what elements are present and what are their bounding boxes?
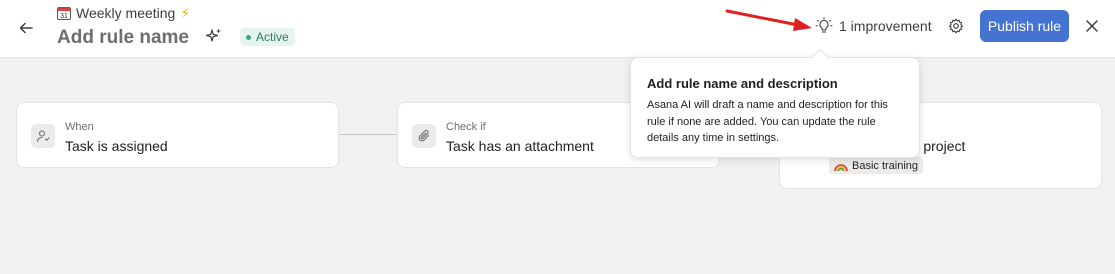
trigger-label: When: [65, 121, 94, 133]
trigger-value: Task is assigned: [65, 138, 168, 154]
rule-name-input[interactable]: Add rule name: [57, 27, 189, 49]
improvement-label: 1 improvement: [839, 18, 932, 34]
lightning-icon: ⚡: [180, 4, 191, 21]
project-breadcrumb[interactable]: 31 Weekly meeting ⚡: [57, 4, 190, 22]
close-button[interactable]: [1081, 15, 1103, 37]
calendar-day: 31: [60, 13, 68, 20]
improvement-button[interactable]: 1 improvement: [815, 13, 932, 39]
paperclip-icon: [412, 124, 436, 148]
back-button[interactable]: [12, 14, 40, 42]
flow-connector: [339, 134, 398, 135]
sparkle-icon: [205, 28, 221, 42]
tooltip-title: Add rule name and description: [647, 76, 838, 91]
arrow-left-icon: [19, 22, 33, 34]
improvement-tooltip: Add rule name and description Asana AI w…: [630, 48, 920, 158]
lightbulb-icon: [815, 17, 833, 33]
publish-rule-button[interactable]: Publish rule: [980, 10, 1069, 42]
project-name: Weekly meeting: [76, 5, 176, 21]
condition-value: Task has an attachment: [446, 138, 594, 154]
tooltip-body: Asana AI will draft a name and descripti…: [647, 99, 888, 144]
settings-button[interactable]: [945, 15, 967, 37]
calendar-icon: 31: [57, 6, 71, 20]
status-dot: [246, 34, 251, 40]
status-label: Active: [256, 30, 289, 44]
ai-sparkle-button[interactable]: [205, 27, 223, 45]
condition-label: Check if: [446, 121, 486, 133]
user-icon: [31, 124, 55, 148]
close-icon: [1086, 20, 1098, 32]
status-badge: Active: [240, 28, 295, 46]
gear-icon: [948, 18, 964, 34]
header-bar: 31 Weekly meeting ⚡ Add rule name Active…: [0, 0, 1115, 58]
project-tag-label: Basic training: [852, 159, 919, 172]
project-tag[interactable]: Basic training: [829, 157, 924, 174]
rainbow-icon: [834, 160, 848, 172]
trigger-card[interactable]: When Task is assigned: [16, 102, 339, 168]
